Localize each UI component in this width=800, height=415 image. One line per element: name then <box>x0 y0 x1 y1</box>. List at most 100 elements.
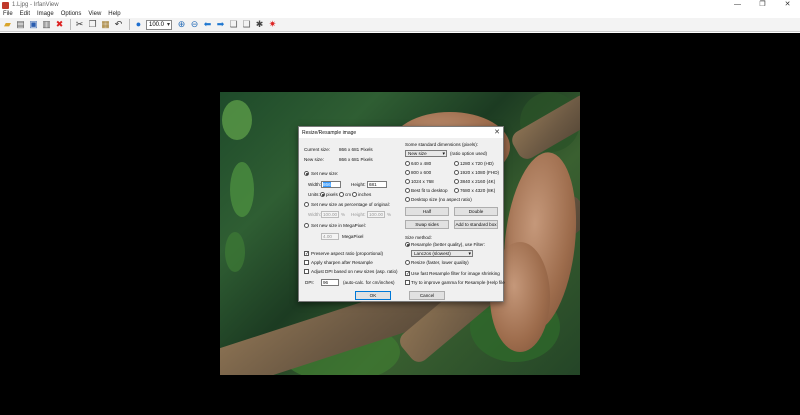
chevron-down-icon: ▾ <box>468 251 471 257</box>
unit-pixels-radio[interactable] <box>320 192 325 197</box>
half-button[interactable]: Half <box>405 207 449 216</box>
cancel-button[interactable]: Cancel <box>409 291 445 300</box>
dim-radio-800[interactable] <box>405 170 410 175</box>
resize-label: Resize (faster, lower quality) <box>411 260 469 265</box>
dpi-label: DPI: <box>305 280 314 285</box>
zoom-select[interactable]: 100.0 <box>146 19 172 30</box>
dim-radio-best-fit[interactable] <box>405 188 410 193</box>
menu-help[interactable]: Help <box>108 11 120 17</box>
set-percentage-radio[interactable] <box>304 202 309 207</box>
dim-label-7680: 7680 x 4320 (8K) <box>460 188 496 193</box>
title-bar: 1.Ljpg - IrfanView — ❐ ✕ <box>0 0 800 10</box>
set-megapixel-radio[interactable] <box>304 223 309 228</box>
zoom-out-icon[interactable]: ⊖ <box>189 19 200 30</box>
set-percentage-label: Set new size as percentage of original: <box>311 202 390 207</box>
dim-radio-640[interactable] <box>405 161 410 166</box>
dialog-close-button[interactable]: ✕ <box>494 128 500 137</box>
preserve-aspect-label: Preserve aspect ratio (proportional) <box>311 251 384 256</box>
pct-height-input[interactable]: 100.00 <box>367 211 385 218</box>
next-arrow-icon[interactable]: ➡ <box>215 19 226 30</box>
menu-edit[interactable]: Edit <box>20 11 30 17</box>
slideshow-icon[interactable]: ▤ <box>15 19 26 30</box>
zoom-in-icon[interactable]: ⊕ <box>176 19 187 30</box>
dim-label-640: 640 x 480 <box>411 161 432 166</box>
dim-label-800: 800 x 600 <box>411 170 432 175</box>
dialog-title: Resize/Resample image <box>302 129 357 136</box>
unit-cm-radio[interactable] <box>339 192 344 197</box>
unit-inches-label: inches <box>358 192 372 197</box>
adjust-dpi-checkbox[interactable] <box>304 269 309 274</box>
filter-select[interactable]: Lanczos (slowest) ▾ <box>411 250 473 257</box>
toolbar-separator <box>70 19 71 30</box>
pct-width-label: Width: <box>308 212 322 217</box>
fast-resample-checkbox[interactable]: ✓ <box>405 271 410 277</box>
standard-size-select[interactable]: New size ▾ <box>405 150 447 157</box>
height-label: Height: <box>351 182 366 187</box>
set-new-size-radio[interactable] <box>304 171 309 176</box>
info-icon[interactable]: ● <box>133 19 144 30</box>
ok-button[interactable]: OK <box>355 291 391 300</box>
dim-radio-desktop[interactable] <box>405 197 410 202</box>
unit-cm-label: cm <box>345 192 352 197</box>
dpi-input[interactable]: 96 <box>321 279 339 286</box>
gamma-label: Try to improve gamma for Resample (Help … <box>411 280 505 285</box>
save-icon[interactable]: ▣ <box>28 19 39 30</box>
cut-icon[interactable]: ✂ <box>74 19 85 30</box>
window-title: 1.Ljpg - IrfanView <box>12 2 59 8</box>
dpi-note: (auto-calc. for cm/inches) <box>343 280 395 285</box>
dim-radio-7680[interactable] <box>454 188 459 193</box>
set-megapixel-label: Set new size in MegaPixel: <box>311 223 366 228</box>
chevron-down-icon: ▾ <box>442 151 445 157</box>
megapixel-input[interactable]: 4.00 <box>321 233 339 240</box>
copy-page-icon[interactable]: ❏ <box>228 19 239 30</box>
height-input[interactable]: 681 <box>367 181 387 188</box>
add-to-standard-button[interactable]: Add to standard box <box>454 220 498 229</box>
dialog-title-bar: Resize/Resample image ✕ <box>299 127 503 138</box>
apply-sharpen-checkbox[interactable] <box>304 260 309 265</box>
set-new-size-label: Set new size: <box>311 171 339 176</box>
resample-radio[interactable] <box>405 242 410 247</box>
image-viewer[interactable]: Resize/Resample image ✕ Current size: 86… <box>0 33 800 415</box>
delete-icon[interactable]: ✖ <box>54 19 65 30</box>
previous-arrow-icon[interactable]: ⬅ <box>202 19 213 30</box>
unit-inches-radio[interactable] <box>352 192 357 197</box>
dim-radio-1920[interactable] <box>454 170 459 175</box>
irfanview-window: 1.Ljpg - IrfanView — ❐ ✕ File Edit Image… <box>0 0 800 415</box>
print-icon[interactable]: ▥ <box>41 19 52 30</box>
resize-radio[interactable] <box>405 260 410 265</box>
menu-options[interactable]: Options <box>61 11 82 17</box>
fast-resample-label: Use fast Resample filter for image shrin… <box>411 271 500 276</box>
gamma-checkbox[interactable] <box>405 280 410 285</box>
tools-icon[interactable]: ✱ <box>254 19 265 30</box>
irfanview-logo-icon[interactable]: ✷ <box>267 19 278 30</box>
undo-icon[interactable]: ↶ <box>113 19 124 30</box>
pct-height-unit: % <box>387 212 392 217</box>
dim-radio-1024[interactable] <box>405 179 410 184</box>
minimize-button[interactable]: — <box>725 0 750 10</box>
apply-sharpen-label: Apply sharpen after Resample <box>311 260 373 265</box>
dim-label-desktop: Desktop size (no aspect ratio) <box>411 197 472 202</box>
menu-image[interactable]: Image <box>37 11 54 17</box>
dim-radio-1280[interactable] <box>454 161 459 166</box>
paste-page-icon[interactable]: ❑ <box>241 19 252 30</box>
dim-label-1920: 1920 x 1080 (FHD) <box>460 170 500 175</box>
menu-file[interactable]: File <box>3 11 13 17</box>
width-label: Width: <box>308 182 322 187</box>
maximize-button[interactable]: ❐ <box>750 0 775 10</box>
new-size-value: 866 x 681 Pixels <box>339 157 373 162</box>
dim-radio-3840[interactable] <box>454 179 459 184</box>
app-logo-icon <box>2 1 9 9</box>
preserve-aspect-checkbox[interactable]: ✓ <box>304 251 309 257</box>
toolbar-separator <box>129 19 130 30</box>
copy-icon[interactable]: ❐ <box>87 19 98 30</box>
open-folder-icon[interactable]: ▰ <box>2 19 13 30</box>
double-button[interactable]: Double <box>454 207 498 216</box>
menu-view[interactable]: View <box>88 11 101 17</box>
width-input[interactable]: 866 <box>321 181 341 188</box>
paste-icon[interactable]: ▦ <box>100 19 111 30</box>
pct-width-input[interactable]: 100.00 <box>321 211 339 218</box>
close-window-button[interactable]: ✕ <box>775 0 800 10</box>
swap-sides-button[interactable]: Swap sides <box>405 220 449 229</box>
unit-pixels-label: pixels <box>326 192 338 197</box>
current-size-label: Current size: <box>304 147 331 152</box>
